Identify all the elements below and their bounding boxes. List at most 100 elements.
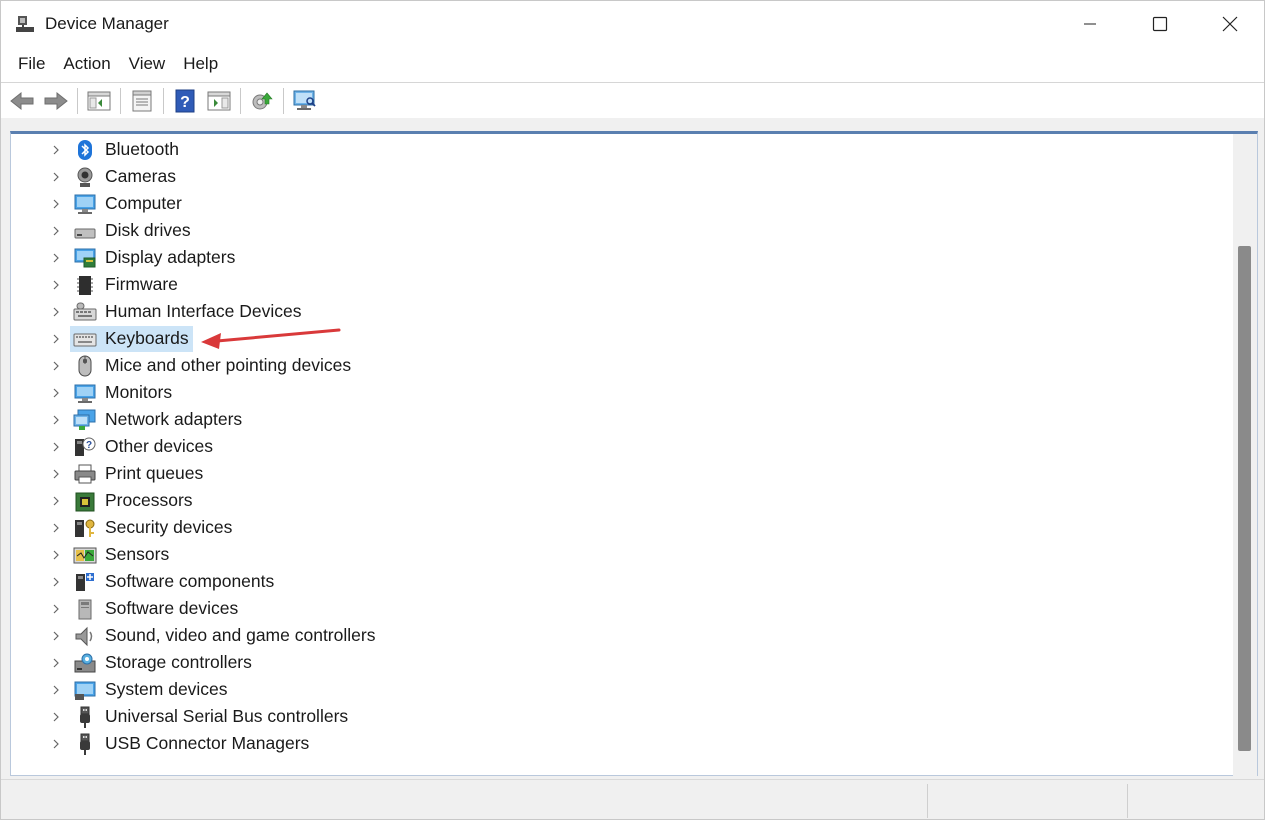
chevron-right-icon[interactable] xyxy=(49,170,63,184)
scan-hardware-button[interactable] xyxy=(290,86,320,116)
svg-text:?: ? xyxy=(86,440,92,451)
show-hide-tree-icon xyxy=(87,91,111,110)
vertical-scrollbar[interactable] xyxy=(1233,134,1257,776)
action-pane-icon xyxy=(207,91,231,110)
menu-help[interactable]: Help xyxy=(174,47,227,81)
tree-item-label: Other devices xyxy=(105,436,213,456)
scan-hardware-icon xyxy=(293,90,316,110)
chevron-right-icon[interactable] xyxy=(49,467,63,481)
software-component-icon xyxy=(76,573,94,591)
update-driver-icon xyxy=(252,92,273,109)
chevron-right-icon[interactable] xyxy=(49,251,63,265)
chevron-right-icon[interactable] xyxy=(49,629,63,643)
sound-icon xyxy=(75,626,93,647)
properties-button[interactable] xyxy=(127,86,157,116)
menu-action[interactable]: Action xyxy=(54,47,119,81)
tree-item-software-components[interactable]: Software components xyxy=(11,568,1233,595)
tree-item-print-queues[interactable]: Print queues xyxy=(11,460,1233,487)
chevron-right-icon[interactable] xyxy=(49,737,63,751)
close-icon xyxy=(1222,16,1238,32)
chevron-right-icon[interactable] xyxy=(49,278,63,292)
scrollbar-thumb[interactable] xyxy=(1238,246,1251,751)
computer-icon xyxy=(74,194,96,214)
tree-item-label: Keyboards xyxy=(105,328,189,348)
tree-item-storage-controllers[interactable]: Storage controllers xyxy=(11,649,1233,676)
tree-item-label: Disk drives xyxy=(105,220,191,240)
tree-item-security-devices[interactable]: Security devices xyxy=(11,514,1233,541)
keyboard-icon xyxy=(73,333,97,347)
maximize-button[interactable] xyxy=(1125,1,1195,47)
chevron-right-icon[interactable] xyxy=(49,548,63,562)
back-button[interactable] xyxy=(7,86,37,116)
tree-item-label: Cameras xyxy=(105,166,176,186)
mouse-icon xyxy=(78,355,92,377)
tree-item-label: Processors xyxy=(105,490,193,510)
minimize-button[interactable] xyxy=(1055,1,1125,47)
security-device-icon xyxy=(75,519,95,537)
content-frame: Bluetooth Cameras Computer Disk drives Displ… xyxy=(1,118,1264,779)
menu-view[interactable]: View xyxy=(120,47,175,81)
chevron-right-icon[interactable] xyxy=(49,656,63,670)
tree-item-processors[interactable]: Processors xyxy=(11,487,1233,514)
tree-item-other-devices[interactable]: ? Other devices xyxy=(11,433,1233,460)
tree-item-label: System devices xyxy=(105,679,228,699)
chevron-right-icon[interactable] xyxy=(49,413,63,427)
tree-item-label: Mice and other pointing devices xyxy=(105,355,352,375)
tree-item-label: Network adapters xyxy=(105,409,243,429)
printer-icon xyxy=(74,464,96,484)
update-driver-button[interactable] xyxy=(247,86,277,116)
storage-controller-icon xyxy=(74,653,96,673)
tree-item-label: Sound, video and game controllers xyxy=(105,625,376,645)
tree-item-sound-video-and-game-controllers[interactable]: Sound, video and game controllers xyxy=(11,622,1233,649)
tree-item-disk-drives[interactable]: Disk drives xyxy=(11,217,1233,244)
chevron-right-icon[interactable] xyxy=(49,521,63,535)
chevron-right-icon[interactable] xyxy=(49,224,63,238)
chevron-right-icon[interactable] xyxy=(49,332,63,346)
tree-item-system-devices[interactable]: System devices xyxy=(11,676,1233,703)
monitor-icon xyxy=(74,384,96,403)
status-cell xyxy=(927,784,1127,818)
tree-item-firmware[interactable]: Firmware xyxy=(11,271,1233,298)
chevron-right-icon[interactable] xyxy=(49,359,63,373)
action-pane-button[interactable] xyxy=(204,86,234,116)
forward-icon xyxy=(44,91,68,110)
menu-file[interactable]: File xyxy=(9,47,54,81)
chevron-right-icon[interactable] xyxy=(49,386,63,400)
minimize-icon xyxy=(1084,23,1096,25)
tree-item-monitors[interactable]: Monitors xyxy=(11,379,1233,406)
tree-item-network-adapters[interactable]: Network adapters xyxy=(11,406,1233,433)
tree-item-label: Monitors xyxy=(105,382,173,402)
menu-bar: File Action View Help xyxy=(1,47,1264,81)
sensor-icon xyxy=(73,547,97,564)
tree-item-mice-and-other-pointing-devices[interactable]: Mice and other pointing devices xyxy=(11,352,1233,379)
chevron-right-icon[interactable] xyxy=(49,440,63,454)
disk-drive-icon xyxy=(74,228,96,239)
tree-item-label: USB Connector Managers xyxy=(105,733,310,753)
chevron-right-icon[interactable] xyxy=(49,683,63,697)
tree-item-display-adapters[interactable]: Display adapters xyxy=(11,244,1233,271)
chevron-right-icon[interactable] xyxy=(49,197,63,211)
tree-item-software-devices[interactable]: Software devices xyxy=(11,595,1233,622)
tree-item-usb-connector-managers[interactable]: USB Connector Managers xyxy=(11,730,1233,757)
tree-item-computer[interactable]: Computer xyxy=(11,190,1233,217)
properties-icon xyxy=(132,90,152,111)
tree-item-sensors[interactable]: Sensors xyxy=(11,541,1233,568)
chevron-right-icon[interactable] xyxy=(49,602,63,616)
close-button[interactable] xyxy=(1195,1,1265,47)
hid-icon xyxy=(73,302,97,321)
tree-item-bluetooth[interactable]: Bluetooth xyxy=(11,136,1233,163)
chevron-right-icon[interactable] xyxy=(49,494,63,508)
tree-item-universal-serial-bus-controllers[interactable]: Universal Serial Bus controllers xyxy=(11,703,1233,730)
chevron-right-icon[interactable] xyxy=(49,305,63,319)
chevron-right-icon[interactable] xyxy=(49,143,63,157)
network-adapter-icon xyxy=(73,409,96,430)
chevron-right-icon[interactable] xyxy=(49,710,63,724)
tree-item-cameras[interactable]: Cameras xyxy=(11,163,1233,190)
forward-button[interactable] xyxy=(41,86,71,116)
chevron-right-icon[interactable] xyxy=(49,575,63,589)
usb-icon xyxy=(80,706,90,728)
device-manager-window: Device Manager File Action View Help ? B… xyxy=(0,0,1265,820)
show-hide-console-tree-button[interactable] xyxy=(84,86,114,116)
help-button[interactable]: ? xyxy=(170,86,200,116)
toolbar-separator xyxy=(240,87,241,114)
